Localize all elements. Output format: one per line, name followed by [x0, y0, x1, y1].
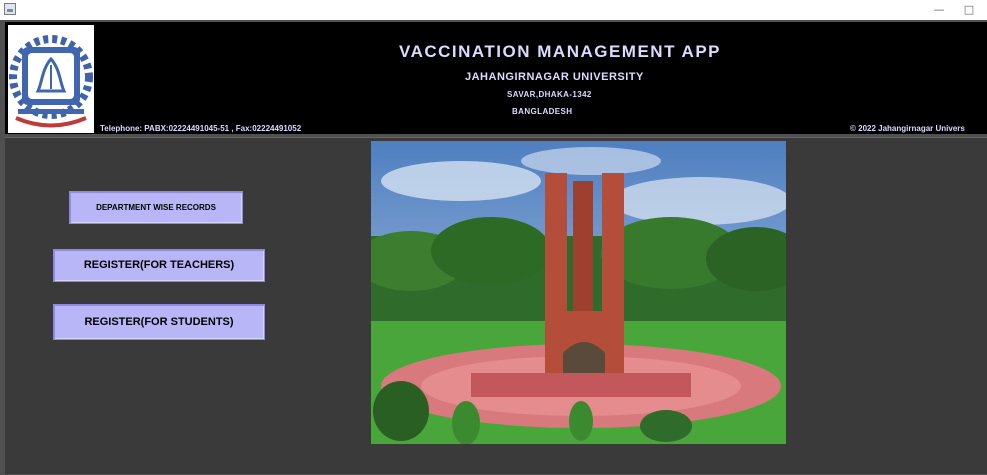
university-name: JAHANGIRNAGAR UNIVERSITY [465, 71, 644, 83]
register-teachers-button[interactable]: REGISTER(FOR TEACHERS) [53, 249, 265, 282]
monument-image [371, 141, 786, 444]
window-titlebar: — □ [0, 0, 987, 21]
telephone-info: Telephone: PABX:02224491045-51 , Fax:022… [100, 124, 302, 133]
copyright-text: © 2022 Jahangirnagar Univers [850, 124, 965, 133]
university-seal-icon [9, 35, 93, 128]
app-title: VACCINATION MANAGEMENT APP [399, 42, 722, 61]
campus-monument-photo [371, 141, 786, 444]
register-students-button[interactable]: REGISTER(FOR STUDENTS) [53, 304, 265, 340]
department-wise-records-button[interactable]: DEPARTMENT WISE RECORDS [69, 191, 243, 224]
minimize-button[interactable]: — [929, 2, 949, 18]
main-content: DEPARTMENT WISE RECORDS REGISTER(FOR TEA… [5, 137, 987, 474]
university-logo [8, 25, 94, 133]
java-app-icon [4, 3, 16, 15]
maximize-button[interactable]: □ [959, 2, 979, 18]
university-address: SAVAR,DHAKA-1342 [507, 90, 592, 99]
app-frame: VACCINATION MANAGEMENT APP JAHANGIRNAGAR… [0, 20, 987, 475]
university-country: BANGLADESH [512, 107, 573, 116]
header-banner: VACCINATION MANAGEMENT APP JAHANGIRNAGAR… [5, 22, 987, 134]
